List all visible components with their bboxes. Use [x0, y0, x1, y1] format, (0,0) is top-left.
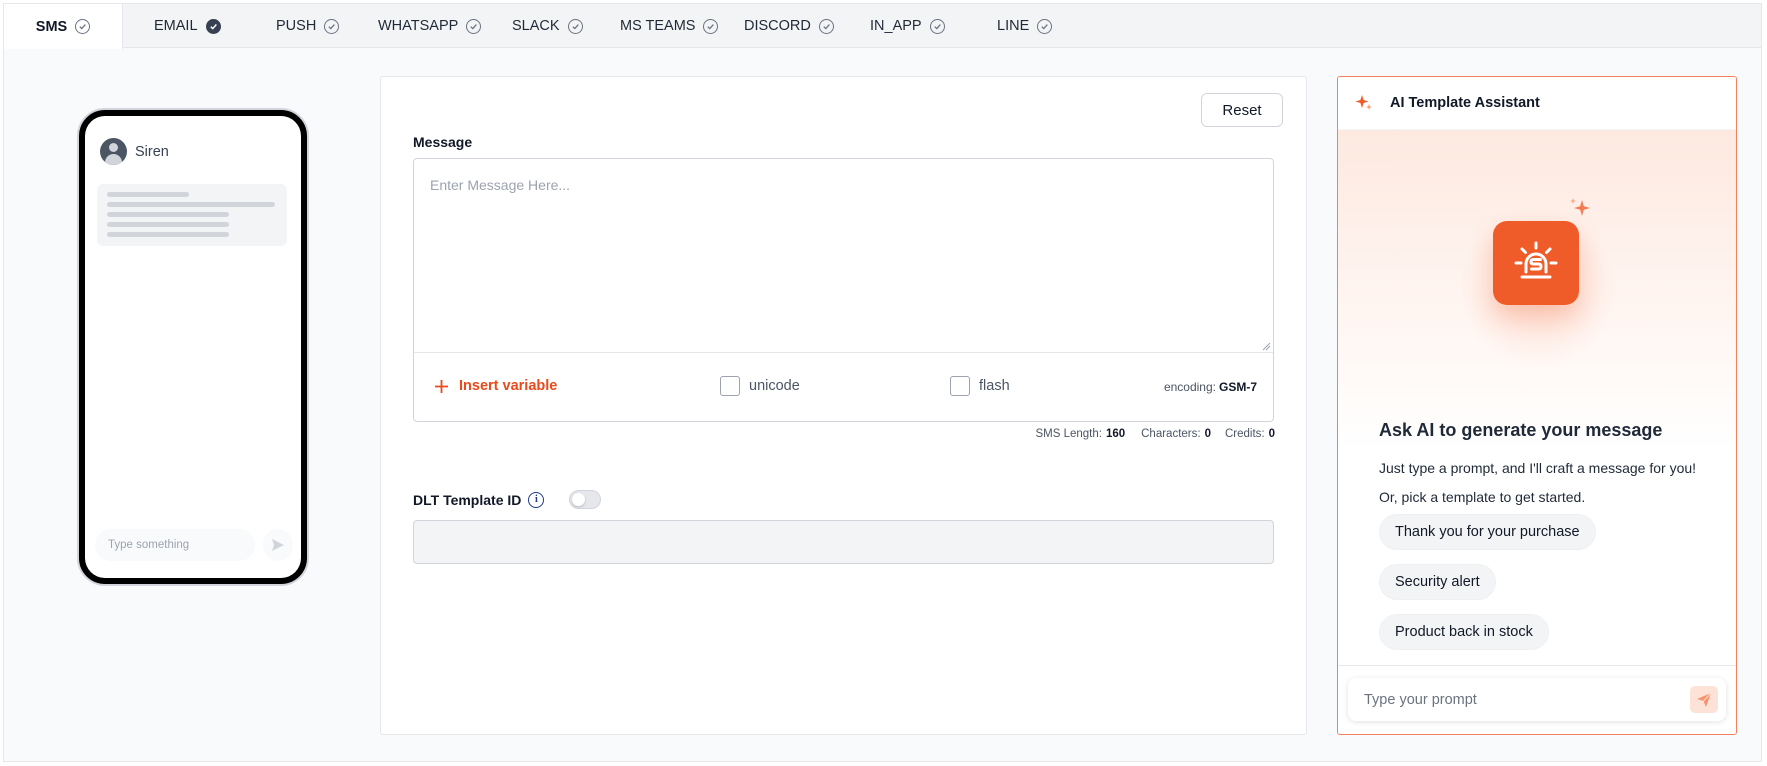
- tab-label: IN_APP: [870, 18, 922, 34]
- check-circle-icon: [567, 18, 583, 34]
- unicode-option[interactable]: unicode: [720, 376, 800, 396]
- check-circle-icon: [818, 18, 834, 34]
- tab-label: SLACK: [512, 18, 560, 34]
- phone-message-input: Type something: [95, 529, 255, 561]
- tab-label: MS TEAMS: [620, 18, 696, 34]
- tab-label: SMS: [35, 18, 68, 35]
- avatar: [100, 138, 127, 165]
- phone-screen: Siren Type something: [85, 116, 301, 578]
- dlt-label: DLT Template ID: [413, 491, 522, 508]
- ai-header: AI Template Assistant: [1338, 77, 1736, 130]
- tab-whatsapp[interactable]: WHATSAPP: [378, 4, 482, 48]
- paper-plane-icon: [1697, 692, 1712, 707]
- characters-count: Characters: 0: [1141, 428, 1211, 440]
- check-circle-icon: [324, 18, 340, 34]
- prompt-input[interactable]: [1364, 691, 1664, 708]
- credits-count: Credits: 0: [1224, 428, 1275, 440]
- info-icon[interactable]: i: [528, 491, 545, 508]
- tab-in-app[interactable]: IN_APP: [870, 4, 945, 48]
- phone-preview: Siren Type something: [77, 108, 309, 586]
- tab-slack[interactable]: SLACK: [512, 4, 583, 48]
- siren-logo-icon: [1493, 221, 1579, 305]
- tab-ms-teams[interactable]: MS TEAMS: [620, 4, 719, 48]
- app-frame: SMS EMAIL PUSH WHATSAPP SLACK MS TEAMS D…: [3, 3, 1762, 762]
- ai-prompt-bar: [1338, 665, 1736, 734]
- sms-editor-panel: Reset Message Insert variable unicode fl…: [380, 76, 1307, 735]
- message-box: Insert variable unicode flash encoding:G…: [413, 158, 1274, 422]
- message-textarea[interactable]: [414, 159, 1273, 353]
- ai-subtitle-templates: Or, pick a template to get started.: [1379, 489, 1586, 505]
- channel-tabs: SMS EMAIL PUSH WHATSAPP SLACK MS TEAMS D…: [4, 4, 1761, 49]
- template-chip[interactable]: Thank you for your purchase: [1379, 514, 1596, 550]
- template-chip[interactable]: Security alert: [1379, 564, 1496, 600]
- flash-checkbox[interactable]: [950, 376, 970, 396]
- flash-option[interactable]: flash: [950, 376, 1010, 396]
- check-circle-filled-icon: [205, 18, 221, 34]
- tab-line[interactable]: LINE: [997, 4, 1053, 48]
- encoding-info: encoding: GSM-7: [1164, 380, 1257, 394]
- sender-name: Siren: [135, 143, 169, 160]
- tab-label: PUSH: [276, 18, 317, 34]
- check-circle-icon: [75, 19, 91, 34]
- check-circle-icon: [703, 18, 719, 34]
- dlt-template-id-input[interactable]: [413, 520, 1274, 564]
- ai-subtitle: Just type a prompt, and I'll craft a mes…: [1379, 460, 1697, 476]
- sms-counts: SMS Length: 160 Characters: 0 Credits: 0: [1035, 428, 1275, 440]
- dlt-toggle[interactable]: [569, 490, 602, 509]
- dlt-row: DLT Template ID i: [413, 490, 602, 509]
- check-circle-icon: [1037, 18, 1053, 34]
- tab-label: WHATSAPP: [378, 18, 459, 34]
- encoding-label: encoding:: [1163, 380, 1216, 394]
- check-circle-icon: [466, 18, 482, 34]
- message-options: Insert variable unicode flash encoding: G…: [414, 353, 1273, 423]
- ai-heading: Ask AI to generate your message: [1379, 420, 1663, 440]
- sms-length: SMS Length: 160: [1035, 428, 1126, 440]
- unicode-label: unicode: [749, 378, 800, 394]
- template-chip[interactable]: Product back in stock: [1379, 614, 1549, 650]
- tab-label: EMAIL: [154, 18, 198, 34]
- tab-push[interactable]: PUSH: [276, 4, 340, 48]
- tab-sms[interactable]: SMS: [4, 4, 123, 49]
- ai-title: AI Template Assistant: [1390, 95, 1540, 111]
- prompt-box: [1348, 678, 1726, 721]
- encoding-value: GSM-7: [1218, 380, 1257, 394]
- plus-icon: [435, 379, 448, 393]
- send-prompt-button[interactable]: [1690, 686, 1718, 713]
- message-bubble-placeholder: [97, 184, 287, 246]
- sparkle-icon: [1355, 95, 1372, 110]
- check-circle-icon: [929, 18, 945, 34]
- reset-button[interactable]: Reset: [1201, 93, 1283, 127]
- ai-template-assistant: AI Template Assistant Ask AI to generate…: [1337, 76, 1737, 735]
- send-icon: [263, 529, 293, 561]
- insert-variable-label: Insert variable: [459, 378, 558, 394]
- message-label: Message: [413, 134, 473, 150]
- resize-handle-icon[interactable]: [1261, 341, 1271, 351]
- ai-body: Ask AI to generate your message Just typ…: [1338, 130, 1736, 665]
- phone-header: Siren: [100, 138, 169, 165]
- tab-discord[interactable]: DISCORD: [744, 4, 834, 48]
- insert-variable-button[interactable]: Insert variable: [434, 378, 557, 394]
- unicode-checkbox[interactable]: [720, 376, 740, 396]
- flash-label: flash: [979, 378, 1010, 394]
- tab-label: LINE: [997, 18, 1030, 34]
- tab-email[interactable]: EMAIL: [154, 4, 221, 48]
- tab-label: DISCORD: [744, 18, 811, 34]
